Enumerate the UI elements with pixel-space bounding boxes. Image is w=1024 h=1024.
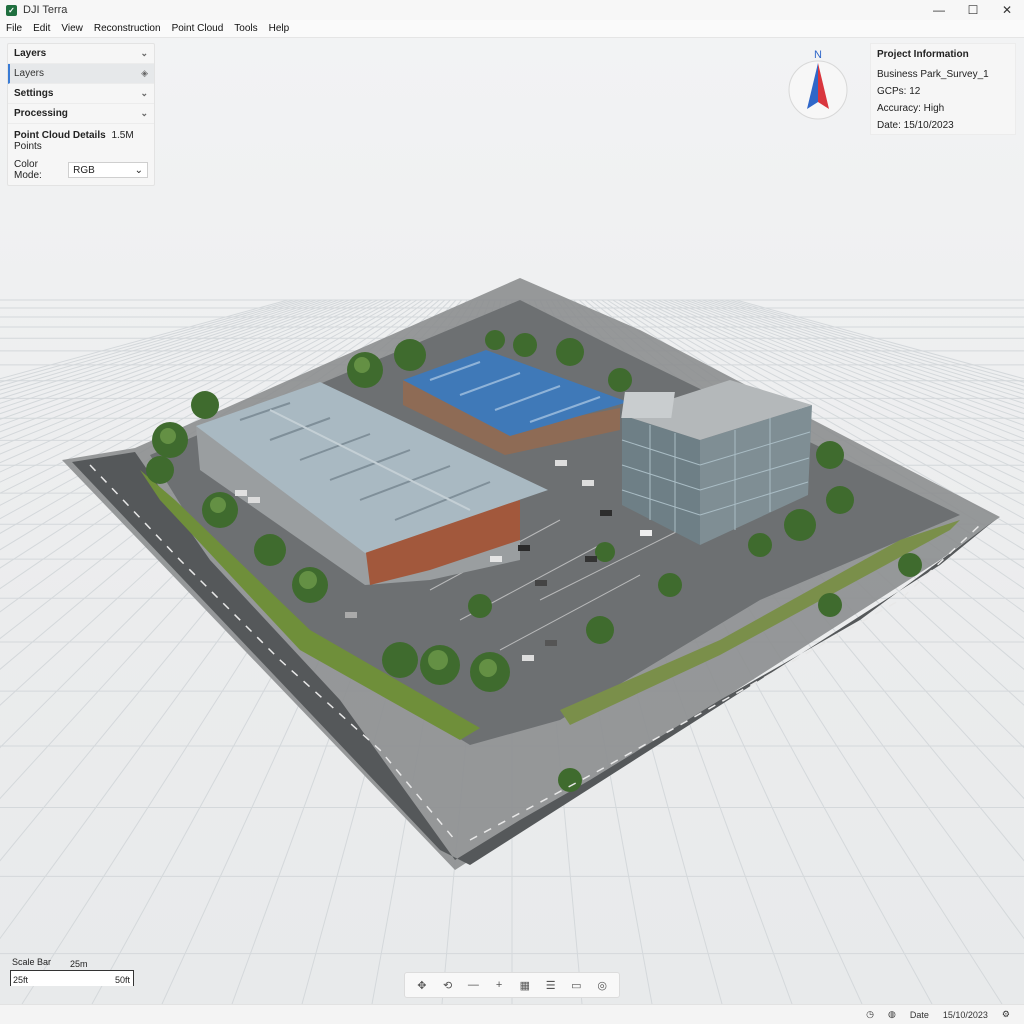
- scale-bar-top-label: 25m: [70, 959, 88, 969]
- compass-north-label: N: [814, 49, 822, 61]
- menu-reconstruction[interactable]: Reconstruction: [88, 23, 166, 34]
- view-toolbar: ✥ ⟲ — + ▦ ☰ ▭ ◎: [404, 972, 620, 998]
- screenshot-icon[interactable]: ▭: [566, 975, 586, 995]
- target-icon[interactable]: ◎: [592, 975, 612, 995]
- compass[interactable]: N: [787, 47, 849, 121]
- pan-tool-icon[interactable]: ✥: [412, 975, 432, 995]
- app-logo-icon: ✓: [6, 4, 17, 16]
- chevron-down-icon: ⌄: [134, 164, 143, 176]
- gear-icon[interactable]: ⚙: [1002, 1009, 1010, 1020]
- project-name: Business Park_Survey_1: [877, 69, 989, 80]
- layers-stack-icon[interactable]: ☰: [541, 975, 561, 995]
- scale-bar-title: Scale Bar: [12, 957, 52, 967]
- chevron-down-icon: ⌄: [140, 88, 148, 98]
- settings-section-label: Settings: [14, 88, 54, 99]
- point-cloud-details: Point Cloud Details 1.5M Points Color Mo…: [8, 124, 154, 185]
- crosshair-icon[interactable]: +: [489, 975, 509, 995]
- project-date: Date: 15/10/2023: [877, 120, 954, 131]
- status-date-label: Date: [909, 1009, 929, 1020]
- title-bar: ✓ DJI Terra — ☐ ✕: [0, 0, 1024, 20]
- status-date-value: 15/10/2023: [942, 1009, 988, 1020]
- layers-section-header[interactable]: Layers ⌄: [8, 44, 154, 64]
- chevron-down-icon: ⌄: [140, 48, 148, 58]
- color-mode-select[interactable]: RGB ⌄: [68, 162, 148, 178]
- menu-point-cloud[interactable]: Point Cloud: [166, 23, 229, 34]
- app-title: DJI Terra: [23, 4, 68, 16]
- processing-section-label: Processing: [14, 108, 68, 119]
- scale-bar-left-label: 25ft: [13, 975, 29, 985]
- layers-item-label: Layers: [14, 68, 45, 79]
- layers-icon: ◈: [141, 68, 148, 78]
- menu-tools[interactable]: Tools: [228, 23, 262, 34]
- layers-item[interactable]: Layers ◈: [8, 64, 154, 84]
- project-info-title: Project Information: [877, 49, 969, 60]
- menu-view[interactable]: View: [55, 23, 88, 34]
- status-bar: ◷ ◍ Date 15/10/2023 ⚙: [0, 1004, 1024, 1024]
- color-mode-value: RGB: [73, 164, 95, 176]
- globe-icon[interactable]: ◍: [888, 1009, 896, 1020]
- project-info-panel: Project Information Business Park_Survey…: [870, 43, 1016, 135]
- menu-file[interactable]: File: [0, 23, 27, 34]
- layers-section-label: Layers: [14, 48, 47, 59]
- maximize-button[interactable]: ☐: [956, 0, 990, 20]
- window-controls: — ☐ ✕: [922, 0, 1024, 20]
- office-rooftop-unit: [621, 392, 675, 418]
- scale-bar-right-label: 50ft: [114, 975, 130, 985]
- close-button[interactable]: ✕: [990, 0, 1024, 20]
- menu-help[interactable]: Help: [263, 23, 295, 34]
- menu-bar: File Edit View Reconstruction Point Clou…: [0, 20, 1024, 38]
- color-mode-label: Color Mode:: [14, 159, 42, 181]
- processing-section-header[interactable]: Processing ⌄: [8, 104, 154, 124]
- left-panel: Layers ⌄ Layers ◈ Settings ⌄ Processing …: [7, 43, 155, 186]
- details-title: Point Cloud Details: [14, 130, 106, 141]
- clock-icon[interactable]: ◷: [866, 1009, 874, 1020]
- settings-section-header[interactable]: Settings ⌄: [8, 84, 154, 104]
- compass-rose-icon: N: [788, 49, 848, 120]
- rotate-tool-icon[interactable]: ⟲: [438, 975, 458, 995]
- project-accuracy: Accuracy: High: [877, 103, 945, 114]
- project-gcps: GCPs: 12: [877, 86, 921, 97]
- chevron-down-icon: ⌄: [140, 108, 148, 118]
- menu-edit[interactable]: Edit: [27, 23, 55, 34]
- measure-line-icon[interactable]: —: [463, 975, 483, 995]
- grid-view-icon[interactable]: ▦: [515, 975, 535, 995]
- minimize-button[interactable]: —: [922, 0, 956, 20]
- scale-bar: Scale Bar 25m 25ft 50ft: [10, 957, 134, 987]
